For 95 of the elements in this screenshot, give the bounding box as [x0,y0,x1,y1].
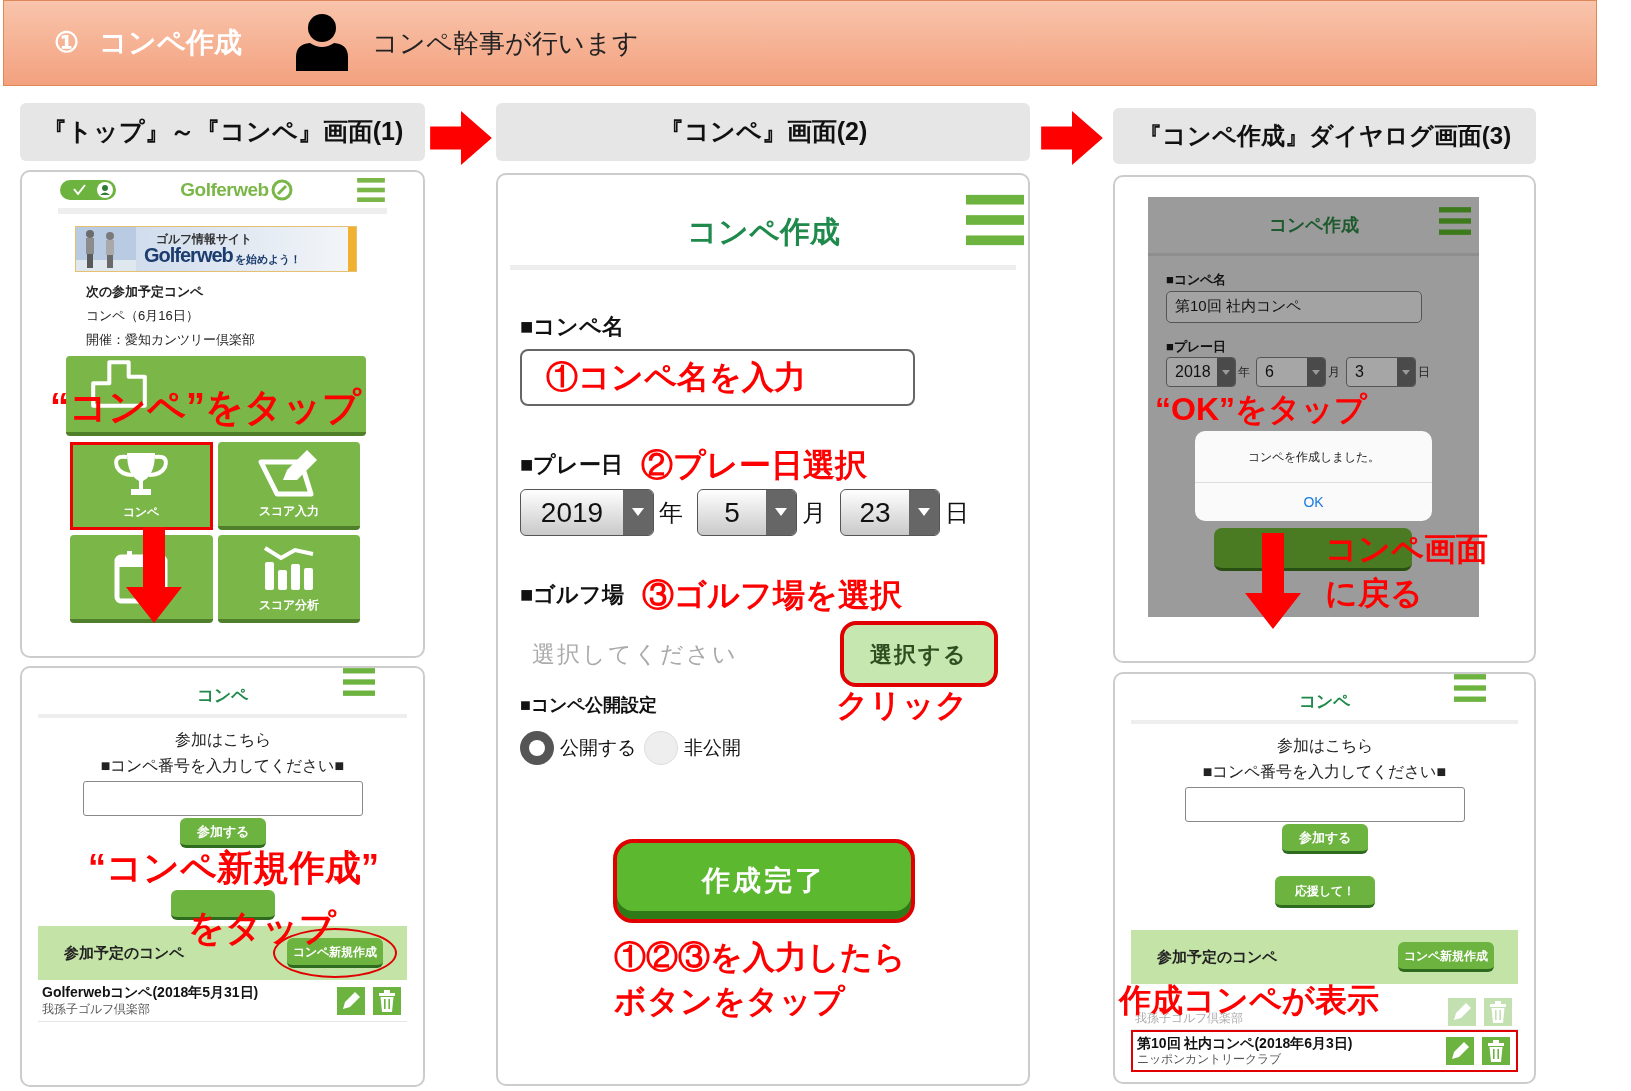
annotation: ②プレー日選択 [641,449,868,481]
ad-banner[interactable]: ゴルフ情報サイト Golferweb を始めよう！ [75,226,357,272]
date-unit: 日 [1418,364,1430,381]
trash-icon[interactable] [1482,1037,1510,1065]
radio-button[interactable] [644,731,678,765]
menu-icon[interactable] [1454,674,1486,702]
dropdown-arrow-icon [766,490,796,535]
next-event-venue: 開催：愛知カンツリー倶楽部 [86,331,256,349]
section-title: 参加予定のコンペ [1157,946,1277,967]
entry-course: ニッポンカントリークラブ [1137,1052,1282,1068]
dropdown-arrow-icon [1307,358,1325,386]
dropdown[interactable]: 23 [840,489,940,536]
date-unit: 月 [802,497,826,528]
annotation: クリック [836,689,968,721]
select-button[interactable]: 選択する [840,621,998,687]
entry-name: Golferwebコンペ(2018年5月31日) [42,984,259,1002]
menu-tile[interactable]: スコア入力 [217,442,360,530]
dropdown[interactable]: 5 [697,489,797,536]
menu-icon[interactable] [1439,205,1471,237]
annotation: “コンペ新規作成” [88,848,379,888]
step-label: 『コンペ作成』ダイヤログ画面(3) [1113,108,1536,164]
banner-tagline: ゴルフ情報サイト [156,233,253,245]
join-prompt: ■コンペ番号を入力してください■ [1202,762,1447,782]
screen-title: コンペ作成 [1268,213,1359,237]
field-label: ■コンペ名 [1166,271,1227,289]
leaderboard-tile[interactable] [66,356,366,436]
banner-slogan: を始めよう！ [234,254,301,265]
new-compe-button[interactable]: コンペ新規作成 [1398,942,1494,972]
annotation: ①②③を入力したら ボタンをタップ [614,938,907,1021]
field-label: ■コンペ公開設定 [520,693,657,717]
placeholder-text: 選択してください [532,639,738,669]
trash-icon[interactable] [1484,998,1512,1026]
screen-title: コンペ [1299,690,1350,713]
dropdown-arrow-icon [1217,358,1235,386]
right-arrow [429,111,492,165]
input-field[interactable] [82,781,363,816]
dropdown-arrow-icon [909,490,939,535]
person-icon [294,13,350,73]
section-title: 参加予定のコンペ [64,942,184,963]
logo-icon [270,179,293,201]
entry-course: 我孫子ゴルフ倶楽部 [42,1001,151,1017]
date-unit: 年 [1238,364,1250,381]
next-event-heading: 次の参加予定コンペ [86,283,204,301]
submit-button[interactable]: 作成完了 [613,839,915,923]
join-heading: 参加はこちら [1276,736,1373,756]
menu-tile[interactable]: コンペ [70,442,213,530]
dropdown[interactable]: 2018 [1166,357,1236,387]
ok-button[interactable]: OK [1303,491,1324,513]
menu-icon[interactable] [343,668,375,696]
field-label: ■ゴルフ場 [520,581,625,609]
radio-button[interactable] [520,731,554,765]
step-label: 『コンペ』画面(2) [496,103,1030,161]
step-label: 『トップ』～『コンペ』画面(1) [20,103,425,161]
annotation: ③ゴルフ場を選択 [642,579,903,611]
pencil-icon[interactable] [1446,1037,1474,1065]
pencil-icon[interactable] [1448,998,1476,1026]
dropdown[interactable]: 2019 [520,489,654,536]
join-heading: 参加はこちら [174,730,271,750]
field-label: ■プレー日 [1166,337,1227,356]
join-prompt: ■コンペ番号を入力してください■ [100,756,345,776]
join-button[interactable]: 参加する [179,818,266,848]
field-label: ■コンペ名 [520,313,626,341]
field-label: ■プレー日 [520,451,624,479]
menu-tile[interactable]: スコア分析 [217,535,360,623]
dropdown[interactable]: 6 [1256,357,1326,387]
screen-title: コンペ作成 [686,213,840,250]
date-unit: 月 [1328,364,1340,381]
next-event-name: コンペ（6月16日） [86,307,200,325]
dropdown-arrow-icon [623,490,653,535]
annotation: ①コンペ名を入力 [546,361,806,393]
banner-note: コンペ幹事が行います [372,26,639,60]
menu-icon[interactable] [357,178,385,202]
input-field[interactable] [1184,787,1465,822]
entry-name: 第10回 社内コンペ(2018年6月3日) [1137,1034,1353,1053]
trash-icon[interactable] [373,986,401,1015]
toggle-switch[interactable] [60,180,116,200]
annotation: “OK”をタップ [1155,393,1367,425]
logo-text: Golferweb [180,177,269,202]
date-unit: 年 [659,497,683,528]
dialog-message: コンペを作成しました。 [1247,448,1380,466]
pencil-icon[interactable] [337,986,365,1015]
input-field[interactable]: 第10回 社内コンペ [1166,290,1422,323]
cheer-button[interactable]: 応援して！ [1274,876,1375,908]
radio-label: 非公開 [684,735,741,760]
input-field[interactable] [520,349,915,406]
step-number: ① [54,26,79,60]
radio-label: 公開する [560,735,636,760]
banner-title: コンペ作成 [99,26,242,60]
right-arrow [1040,111,1103,165]
dropdown-arrow-icon [1397,358,1415,386]
screen-title: コンペ [197,684,248,707]
join-button[interactable]: 参加する [1281,824,1368,854]
dropdown[interactable]: 3 [1346,357,1416,387]
banner-brand: Golferweb [144,245,233,265]
date-unit: 日 [945,497,969,528]
